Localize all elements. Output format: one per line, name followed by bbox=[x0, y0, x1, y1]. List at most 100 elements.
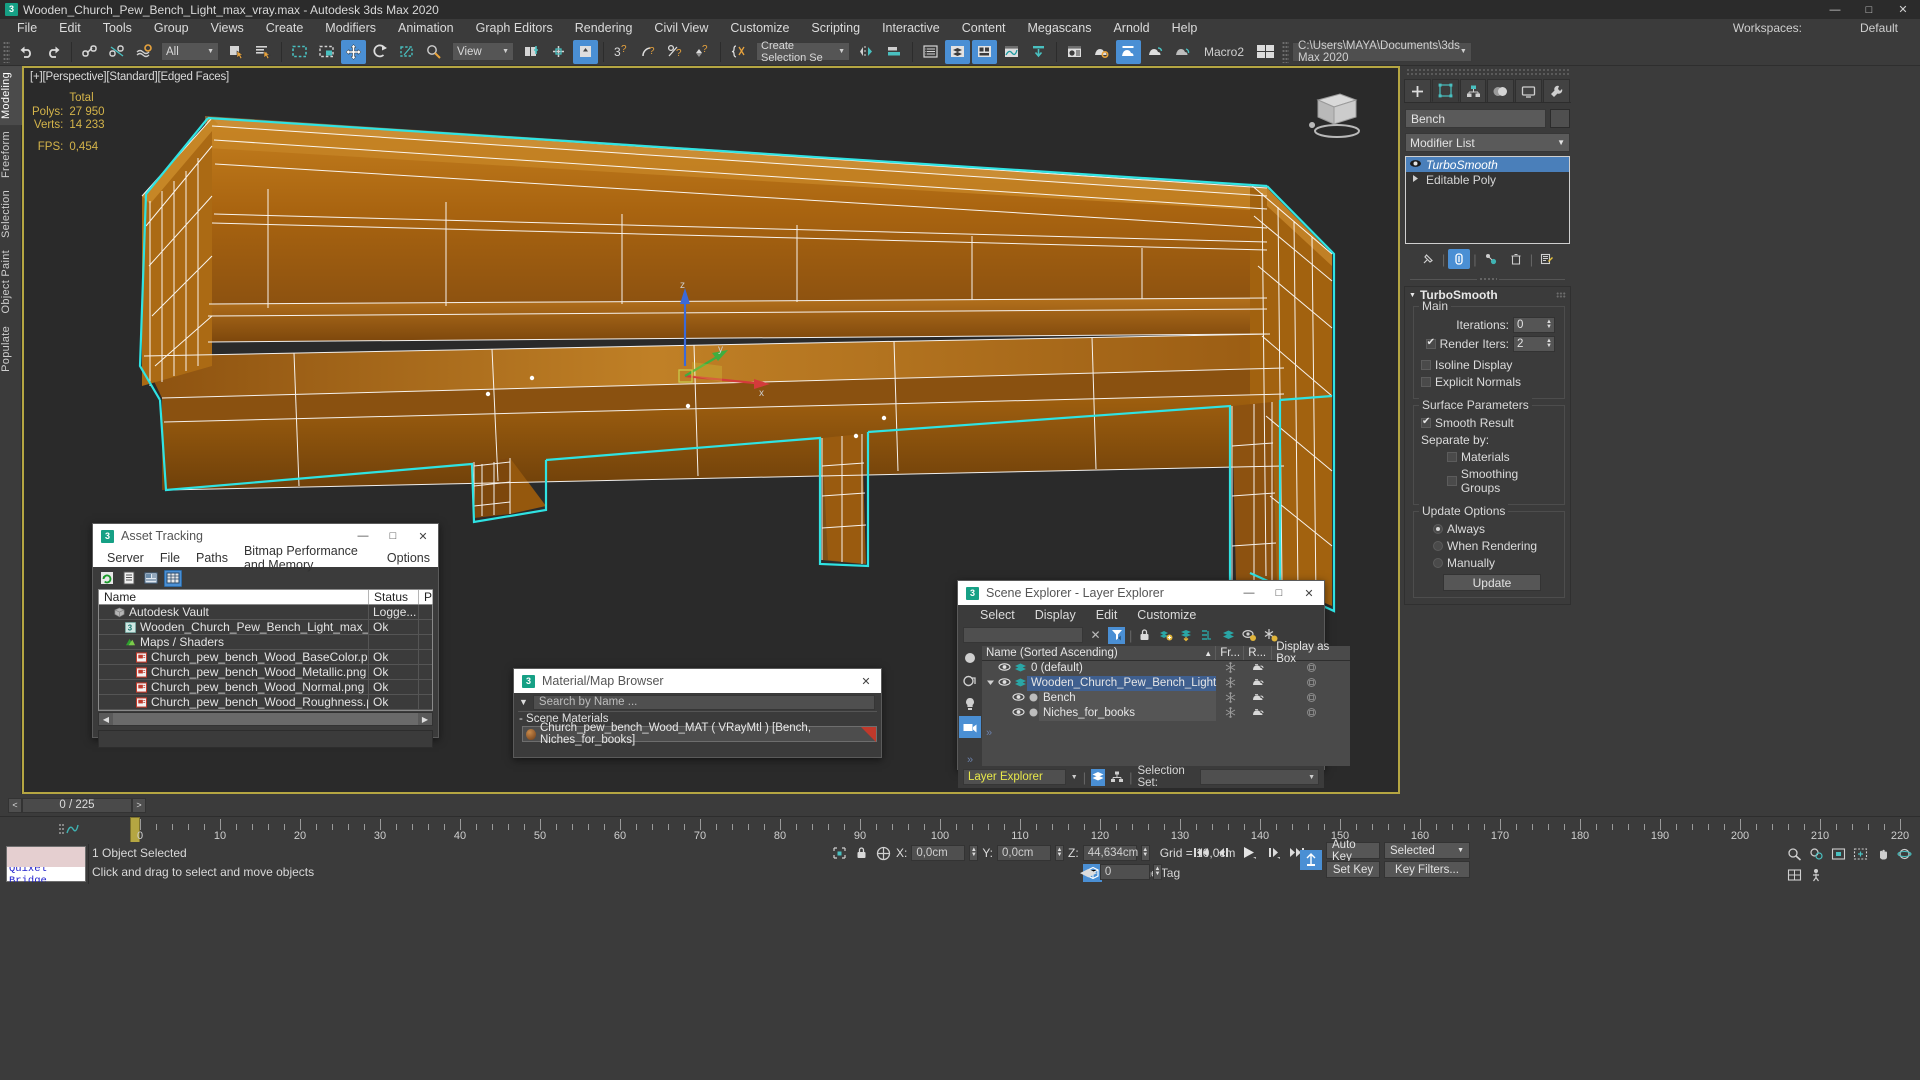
scroll-left-icon[interactable]: ◀ bbox=[99, 713, 113, 725]
add-layer-icon[interactable] bbox=[1157, 627, 1174, 644]
set-key-filters-icon[interactable] bbox=[1026, 40, 1051, 64]
x-coordinate-field[interactable]: 0,0cm bbox=[911, 845, 966, 861]
render-iters-checkbox[interactable] bbox=[1425, 337, 1436, 349]
percent-snap-toggle-icon[interactable]: ? bbox=[663, 40, 688, 64]
expand-rows-icon[interactable]: » bbox=[982, 727, 1350, 739]
layer-name[interactable]: 0 (default) bbox=[1027, 661, 1216, 676]
tab-create[interactable] bbox=[1404, 79, 1431, 102]
display-as-box-cell[interactable] bbox=[1272, 707, 1350, 721]
y-spinner[interactable]: ▲ ▼ bbox=[1055, 845, 1065, 861]
maximize-icon[interactable]: □ bbox=[1852, 0, 1886, 19]
bitmap-paths-icon[interactable] bbox=[142, 570, 160, 587]
goto-start-icon[interactable] bbox=[1190, 842, 1212, 862]
curve-editor-icon[interactable] bbox=[999, 40, 1024, 64]
when-rendering-radio[interactable] bbox=[1433, 541, 1443, 551]
smoothing-groups-checkbox[interactable] bbox=[1447, 476, 1457, 486]
select-layer-children-icon[interactable] bbox=[1199, 627, 1216, 644]
z-spinner[interactable]: ▲ ▼ bbox=[1140, 845, 1150, 861]
frozen-cell[interactable] bbox=[1216, 661, 1244, 676]
at-menu-paths[interactable]: Paths bbox=[188, 551, 236, 565]
always-radio[interactable] bbox=[1433, 524, 1443, 534]
select-and-link-icon[interactable] bbox=[77, 40, 102, 64]
se-menu-customize[interactable]: Customize bbox=[1127, 608, 1206, 622]
bind-to-space-warp-icon[interactable] bbox=[131, 40, 156, 64]
reference-coordinate-combo[interactable]: View ▼ bbox=[452, 42, 514, 61]
frozen-cell[interactable] bbox=[1216, 676, 1244, 691]
manually-radio[interactable] bbox=[1433, 558, 1443, 568]
asset-row[interactable]: Church_pew_bench_Wood_BaseColor.png Ok bbox=[99, 650, 432, 665]
configure-modifier-sets-icon[interactable] bbox=[1536, 249, 1558, 269]
se-menu-edit[interactable]: Edit bbox=[1086, 608, 1128, 622]
prev-frame-button[interactable]: < bbox=[8, 797, 22, 813]
key-frame-field[interactable]: 0 bbox=[1099, 864, 1150, 880]
quixel-bridge-panel[interactable]: Quixel Bridge bbox=[6, 846, 86, 882]
undo-icon[interactable] bbox=[14, 40, 39, 64]
panel-grip[interactable] bbox=[1406, 69, 1569, 77]
renderable-cell[interactable] bbox=[1244, 662, 1272, 675]
modifier-stack[interactable]: TurboSmooth Editable Poly bbox=[1405, 156, 1570, 244]
refresh-icon[interactable] bbox=[98, 570, 116, 587]
select-and-scale-icon[interactable] bbox=[395, 40, 420, 64]
menu-item-file[interactable]: File bbox=[6, 19, 48, 38]
menu-item-civil-view[interactable]: Civil View bbox=[643, 19, 719, 38]
menu-item-edit[interactable]: Edit bbox=[48, 19, 92, 38]
asset-tracking-hscrollbar[interactable]: ◀ ▶ bbox=[98, 712, 433, 726]
menu-item-create[interactable]: Create bbox=[255, 19, 315, 38]
column-renderable[interactable]: R... bbox=[1244, 646, 1273, 660]
scene-explorer-titlebar[interactable]: 3 Scene Explorer - Layer Explorer — □ ✕ bbox=[958, 581, 1324, 605]
expand-arrow-icon[interactable] bbox=[986, 678, 995, 690]
z-coordinate-field[interactable]: 44,634cm bbox=[1082, 845, 1138, 861]
angle-snap-toggle-icon[interactable]: ? bbox=[636, 40, 661, 64]
track-bar[interactable]: 0 10 20 30 40 50 60 70 80 90 100 110 120 130 140 150 160… bbox=[0, 816, 1920, 842]
layer-name[interactable]: Niches_for_books bbox=[1039, 706, 1217, 721]
menu-item-animation[interactable]: Animation bbox=[387, 19, 465, 38]
eye-icon[interactable] bbox=[1012, 707, 1025, 720]
column-p[interactable]: P bbox=[419, 590, 434, 604]
hierarchy-mode-icon[interactable] bbox=[1110, 769, 1124, 786]
selection-filter-combo[interactable]: All ▼ bbox=[161, 42, 219, 61]
ribbon-tab-modeling[interactable]: Modeling bbox=[0, 66, 22, 126]
prev-frame-icon[interactable] bbox=[1214, 842, 1236, 862]
set-keys-icon[interactable] bbox=[1300, 850, 1322, 870]
panel-divider[interactable] bbox=[1410, 276, 1565, 282]
current-frame-field[interactable]: 0 / 225 bbox=[22, 797, 132, 813]
filter-icon[interactable] bbox=[1108, 626, 1125, 644]
column-status[interactable]: Status bbox=[369, 590, 419, 604]
maximize-viewport-icon[interactable] bbox=[1784, 865, 1804, 884]
render-iterative-icon[interactable] bbox=[1170, 40, 1195, 64]
minimize-icon[interactable]: — bbox=[1818, 0, 1852, 19]
asset-row[interactable]: Autodesk Vault Logge... bbox=[99, 605, 432, 620]
frozen-cell[interactable] bbox=[1216, 706, 1244, 721]
selection-lock-icon[interactable] bbox=[852, 844, 870, 862]
scroll-thumb[interactable] bbox=[113, 713, 418, 725]
view-cube[interactable] bbox=[1300, 86, 1370, 146]
tab-hierarchy[interactable] bbox=[1459, 79, 1487, 102]
rectangular-selection-region-icon[interactable] bbox=[287, 40, 312, 64]
at-menu-server[interactable]: Server bbox=[99, 551, 152, 565]
select-and-move-icon[interactable] bbox=[341, 39, 366, 64]
quad-view-icon[interactable] bbox=[1253, 40, 1278, 64]
select-and-place-icon[interactable] bbox=[422, 40, 447, 64]
scene-explorer-search-input[interactable] bbox=[963, 627, 1083, 643]
selected-filter-combo[interactable]: Selected ▼ bbox=[1384, 842, 1470, 859]
list-view-icon[interactable] bbox=[120, 570, 138, 587]
viewport-label[interactable]: [+][Perspective][Standard][Edged Faces] bbox=[30, 71, 229, 83]
scene-explorer-tree[interactable]: Name (Sorted Ascending) ▲ Fr... R... Disp… bbox=[982, 641, 1351, 766]
layer-name[interactable]: Bench bbox=[1039, 691, 1217, 706]
layer-name[interactable]: Wooden_Church_Pew_Bench_Light bbox=[1027, 676, 1217, 691]
zoom-icon[interactable] bbox=[1784, 844, 1804, 863]
redo-icon[interactable] bbox=[41, 40, 66, 64]
use-transform-coordinate-center-icon[interactable] bbox=[573, 39, 598, 64]
menu-item-graph-editors[interactable]: Graph Editors bbox=[465, 19, 564, 38]
minimize-icon[interactable]: — bbox=[1234, 581, 1264, 605]
key-frame-spinner[interactable]: ▲ ▼ bbox=[1152, 864, 1162, 880]
column-name[interactable]: Name (Sorted Ascending) ▲ bbox=[982, 646, 1217, 660]
spinner-snap-toggle-icon[interactable]: ? bbox=[690, 40, 715, 64]
column-display-as-box[interactable]: Display as Box bbox=[1272, 641, 1350, 665]
toggle-scene-explorer-icon[interactable] bbox=[918, 40, 943, 64]
asset-row[interactable]: 3 Wooden_Church_Pew_Bench_Light_max_vray.… bbox=[99, 620, 432, 635]
menu-item-customize[interactable]: Customize bbox=[719, 19, 800, 38]
menu-item-group[interactable]: Group bbox=[143, 19, 200, 38]
chevron-down-icon[interactable]: ▼ bbox=[1071, 774, 1078, 781]
iterations-spinner[interactable]: 0 ▲ ▼ bbox=[1513, 317, 1555, 333]
